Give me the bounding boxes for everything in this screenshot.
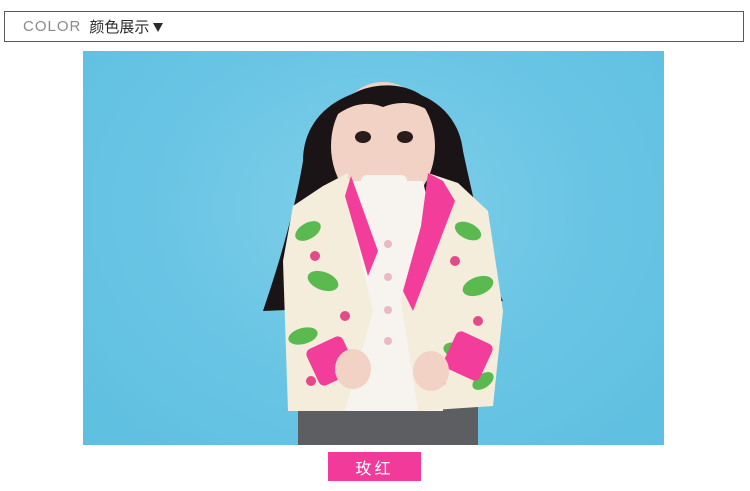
section-title-cn: 颜色展示 <box>89 18 150 36</box>
section-header: COLOR 颜色展示 <box>4 11 744 42</box>
triangle-down-icon <box>153 23 164 32</box>
product-photo <box>83 51 664 445</box>
model-illustration <box>263 82 503 445</box>
color-name-label: 玫红 <box>328 452 421 481</box>
section-title-en: COLOR <box>23 18 82 35</box>
